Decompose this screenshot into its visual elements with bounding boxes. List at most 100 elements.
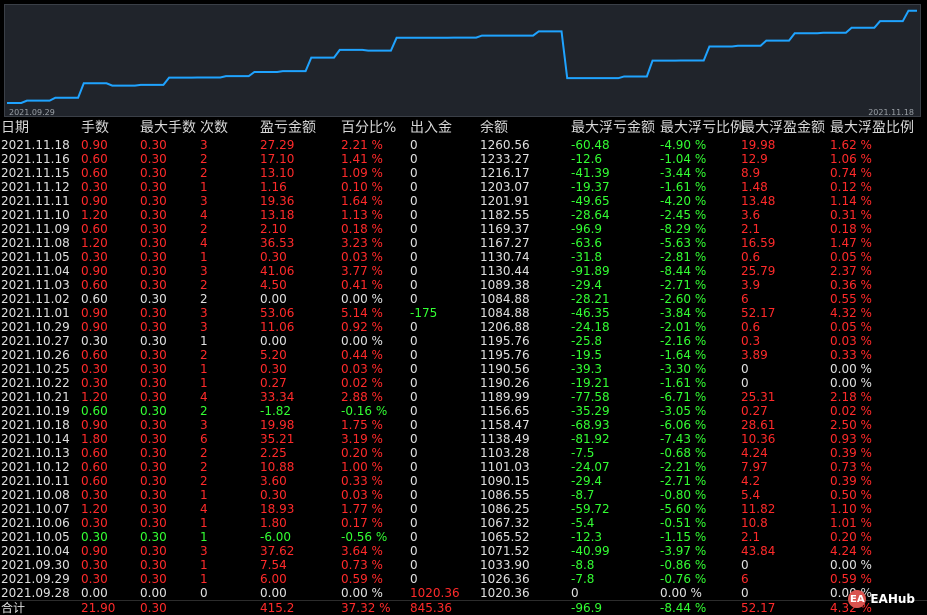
cell-mddp: -2.45 % <box>660 208 707 222</box>
table-row: 2021.10.19 0.60 0.30 2 -1.82 -0.16 % 0 1156.65 -… <box>0 404 927 418</box>
cell-mfe: 5.4 <box>741 488 761 502</box>
cell-mfe: 3.89 <box>741 348 768 362</box>
cell-mddp: -2.71 % <box>660 278 707 292</box>
cell-date: 2021.11.11 <box>1 194 70 208</box>
cell-mfe: 3.9 <box>741 278 761 292</box>
balance-line-chart <box>7 9 917 104</box>
cell-pct: 0.03 % <box>341 488 383 502</box>
cell-maxlots: 0.30 <box>140 572 167 586</box>
x-axis-start-label: 2021.09.29 <box>9 108 55 117</box>
cell-flow: 0 <box>410 180 418 194</box>
cell-mddp: -4.90 % <box>660 138 707 152</box>
cell-maxlots: 0.30 <box>140 418 167 432</box>
cell-pnl: 0.00 <box>260 334 287 348</box>
cell-pnl: 33.34 <box>260 390 295 404</box>
cell-bal: 1033.90 <box>480 558 530 572</box>
cell-date: 2021.10.26 <box>1 348 70 362</box>
cell-mddp: -0.86 % <box>660 558 707 572</box>
cell-mfe: 2.1 <box>741 222 761 236</box>
cell-flow: 0 <box>410 250 418 264</box>
cell-flow: 0 <box>410 502 418 516</box>
cell-date: 2021.10.05 <box>1 530 70 544</box>
cell-date: 2021.11.12 <box>1 180 70 194</box>
table-row: 2021.10.22 0.30 0.30 1 0.27 0.02 % 0 1190.26 -19… <box>0 376 927 390</box>
header-percent: 百分比% <box>341 120 397 136</box>
cell-mddp: -2.01 % <box>660 320 707 334</box>
cell-mfep: 2.18 % <box>830 390 872 404</box>
cell-count: 1 <box>200 572 208 586</box>
cell-mfe: 8.9 <box>741 166 761 180</box>
cell-lots: 0.90 <box>81 320 108 334</box>
cell-mdd: -12.6 <box>571 152 603 166</box>
cell-mdd: -28.64 <box>571 208 610 222</box>
cell-mdd: -41.39 <box>571 166 610 180</box>
cell-lots: 0.60 <box>81 278 108 292</box>
cell-mdd: -28.21 <box>571 292 610 306</box>
cell-pnl: 19.36 <box>260 194 295 208</box>
table-row: 2021.11.08 1.20 0.30 4 36.53 3.23 % 0 1167.27 -6… <box>0 236 927 250</box>
cell-mddp: -8.29 % <box>660 222 707 236</box>
cell-maxlots: 0.30 <box>140 166 167 180</box>
cell-bal: 1190.56 <box>480 362 530 376</box>
cell-bal: 1130.44 <box>480 264 530 278</box>
cell-lots: 0.60 <box>81 348 108 362</box>
cell-pnl: 5.20 <box>260 348 287 362</box>
cell-lots: 0.60 <box>81 460 108 474</box>
cell-mfep: 0.73 % <box>830 460 872 474</box>
cell-lots: 0.90 <box>81 544 108 558</box>
cell-mddp: -8.44 % <box>660 264 707 278</box>
cell-mdd: -8.8 <box>571 558 595 572</box>
cell-mddp: -3.44 % <box>660 166 707 180</box>
cell-count: 1 <box>200 362 208 376</box>
cell-pct: 2.21 % <box>341 138 383 152</box>
cell-mfep: 4.32 % <box>830 306 872 320</box>
cell-count: 3 <box>200 264 208 278</box>
cell-bal: 1167.27 <box>480 236 530 250</box>
cell-mdd: -63.6 <box>571 236 603 250</box>
cell-pnl: 6.00 <box>260 572 287 586</box>
cell-pct: 1.77 % <box>341 502 383 516</box>
cell-lots: 1.80 <box>81 432 108 446</box>
cell-count: 4 <box>200 208 208 222</box>
cell-date: 2021.10.22 <box>1 376 70 390</box>
cell-pct: 0.59 % <box>341 572 383 586</box>
cell-pnl: 0.00 <box>260 586 287 600</box>
cell-pct: 0.33 % <box>341 474 383 488</box>
cell-mfep: 0.03 % <box>830 334 872 348</box>
table-row: 2021.10.14 1.80 0.30 6 35.21 3.19 % 0 1138.49 -8… <box>0 432 927 446</box>
cell-pct: 0.02 % <box>341 376 383 390</box>
cell-flow: 0 <box>410 474 418 488</box>
cell-lots: 0.30 <box>81 558 108 572</box>
cell-maxlots: 0.30 <box>140 404 167 418</box>
cell-count: 1 <box>200 516 208 530</box>
cell-date: 2021.09.28 <box>1 586 70 600</box>
cell-mfe: 0 <box>741 586 749 600</box>
cell-pct: 5.14 % <box>341 306 383 320</box>
cell-bal: 1158.47 <box>480 418 530 432</box>
cell-count: 1 <box>200 376 208 390</box>
cell-count: 1 <box>200 180 208 194</box>
cell-mfe: 4.24 <box>741 446 768 460</box>
cell-mddp: -1.61 % <box>660 376 707 390</box>
table-row: 2021.11.11 0.90 0.30 3 19.36 1.64 % 0 1201.91 -4… <box>0 194 927 208</box>
cell-mfep: 0.55 % <box>830 292 872 306</box>
cell-flow: 0 <box>410 278 418 292</box>
cell-date: 2021.10.25 <box>1 362 70 376</box>
cell-bal: 1189.99 <box>480 390 530 404</box>
cell-bal: 1206.88 <box>480 320 530 334</box>
cell-mddp: -1.04 % <box>660 152 707 166</box>
cell-flow: 0 <box>410 530 418 544</box>
cell-mdd: -35.29 <box>571 404 610 418</box>
table-row: 2021.10.25 0.30 0.30 1 0.30 0.03 % 0 1190.56 -39… <box>0 362 927 376</box>
cell-maxlots: 0.30 <box>140 306 167 320</box>
cell-count: 2 <box>200 152 208 166</box>
cell-date: 2021.10.18 <box>1 418 70 432</box>
cell-mddp: -4.20 % <box>660 194 707 208</box>
cell-maxlots: 0.30 <box>140 362 167 376</box>
cell-mfep: 1.01 % <box>830 516 872 530</box>
cell-mdd: -19.21 <box>571 376 610 390</box>
cell-mdd: -29.4 <box>571 474 603 488</box>
cell-bal: 1203.07 <box>480 180 530 194</box>
cell-mdd: -60.48 <box>571 138 610 152</box>
cell-flow: 0 <box>410 194 418 208</box>
